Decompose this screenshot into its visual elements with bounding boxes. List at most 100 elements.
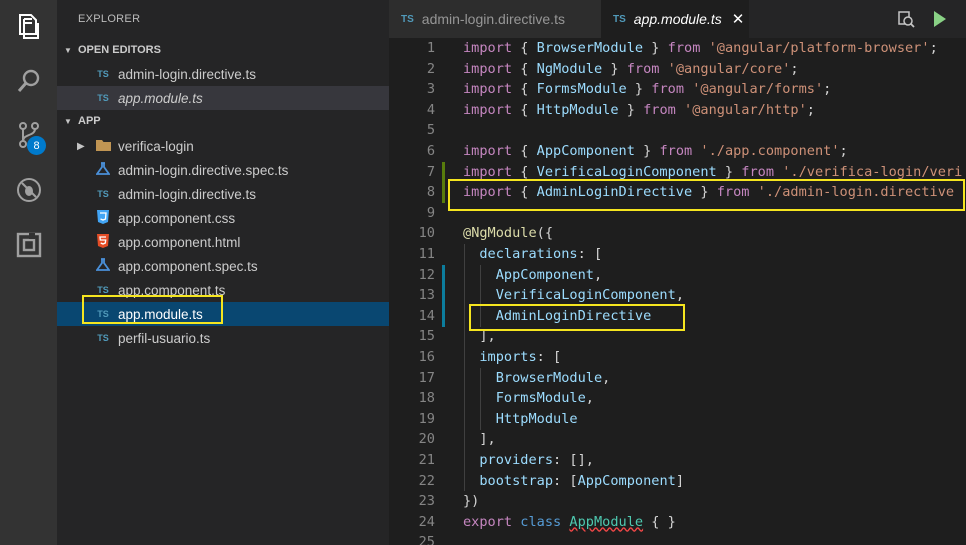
extensions-icon[interactable]	[15, 231, 43, 259]
code-token: })	[463, 493, 480, 510]
file-label: app.component.html	[118, 234, 241, 250]
code-token: import	[463, 60, 513, 77]
search-icon[interactable]	[15, 67, 43, 95]
code-token: NgModule	[536, 60, 603, 77]
file-label: admin-login.directive.spec.ts	[118, 162, 289, 178]
run-play-icon[interactable]	[932, 10, 948, 28]
code-token: {	[512, 60, 537, 77]
code-token: AppComponent,	[463, 265, 602, 286]
typescript-file-icon: TS	[97, 189, 109, 199]
open-editors-label: OPEN EDITORS	[78, 44, 161, 56]
code-token: AppComponent	[536, 143, 635, 159]
code-token: providers: [],	[463, 450, 594, 471]
test-flask-icon	[95, 258, 111, 274]
app-folder-label: APP	[78, 115, 101, 127]
tab-admin-login-directive[interactable]: TS admin-login.directive.ts	[389, 0, 601, 38]
code-token: VerificaLoginComponent,	[463, 285, 684, 306]
test-flask-icon	[95, 162, 111, 178]
folder-item[interactable]: ▶ verifica-login	[57, 134, 389, 158]
code-token: from	[651, 81, 685, 98]
file-label: perfil-usuario.ts	[118, 330, 211, 346]
file-item[interactable]: TS admin-login.directive.ts	[57, 182, 389, 206]
code-line: 17 BrowserModule,	[389, 368, 966, 389]
code-line: 11 declarations: [	[389, 244, 966, 265]
file-label: verifica-login	[118, 138, 194, 154]
file-item[interactable]: app.component.css	[57, 206, 389, 230]
line-number: 9	[426, 204, 435, 221]
code-token: '@angular/forms'	[692, 81, 824, 98]
close-icon[interactable]: ✕	[732, 10, 745, 28]
line-number: 21	[418, 452, 435, 468]
typescript-file-icon: TS	[97, 285, 109, 295]
code-token: imports: [	[463, 347, 561, 368]
code-token: @NgModule({	[463, 223, 553, 244]
highlight-box	[448, 179, 965, 211]
file-label: admin-login.directive.ts	[118, 186, 257, 202]
explorer-icon[interactable]	[15, 12, 43, 40]
file-label: admin-login.directive.ts	[118, 66, 257, 82]
open-editors-header[interactable]: ▼ OPEN EDITORS	[57, 39, 389, 61]
typescript-file-icon: TS	[613, 13, 626, 25]
line-number: 16	[418, 349, 435, 365]
code-token: import	[463, 81, 513, 98]
code-token: from	[643, 101, 676, 118]
code-token: HttpModule	[536, 101, 619, 118]
line-number: 2	[426, 60, 435, 77]
open-editor-item-active[interactable]: TS app.module.ts	[57, 86, 389, 110]
file-item[interactable]: app.component.html	[57, 230, 389, 254]
code-token: {	[512, 40, 537, 56]
code-token: {	[512, 81, 537, 98]
code-line: 24 export class AppModule { }	[389, 512, 966, 533]
line-number: 10	[418, 225, 435, 242]
line-number: 12	[418, 266, 435, 283]
file-item[interactable]: admin-login.directive.spec.ts	[57, 158, 389, 182]
line-number: 14	[418, 307, 435, 324]
chevron-down-icon: ▼	[64, 116, 72, 126]
code-line: 19 HttpModule	[389, 409, 966, 430]
typescript-file-icon: TS	[401, 13, 414, 25]
code-line: 1 import { BrowserModule } from '@angular…	[389, 38, 966, 59]
code-token: }	[618, 101, 644, 118]
code-token: }	[643, 40, 668, 56]
line-number: 25	[418, 534, 435, 545]
file-label: app.module.ts	[118, 90, 203, 106]
debug-icon[interactable]	[15, 176, 43, 204]
code-token: import	[463, 40, 513, 56]
code-token: : [],	[553, 452, 594, 468]
code-line: 13 VerificaLoginComponent,	[389, 285, 966, 306]
line-number: 19	[418, 410, 435, 427]
explorer-sidebar: EXPLORER ▼ OPEN EDITORS TS admin-login.d…	[57, 0, 389, 545]
code-line: 10 @NgModule({	[389, 223, 966, 244]
code-token: from	[667, 40, 701, 56]
line-number: 22	[418, 472, 435, 489]
file-item[interactable]: TS perfil-usuario.ts	[57, 326, 389, 350]
highlight-box	[82, 295, 223, 324]
code-line: 12 AppComponent,	[389, 265, 966, 286]
file-item[interactable]: app.component.spec.ts	[57, 254, 389, 278]
code-token: export	[463, 513, 513, 530]
code-editor[interactable]: 1 import { BrowserModule } from '@angular…	[389, 38, 966, 545]
open-changes-icon[interactable]	[896, 9, 916, 29]
app-folder-header[interactable]: ▼ APP	[57, 110, 389, 132]
code-token: HttpModule	[463, 409, 578, 430]
code-token: from	[659, 143, 693, 159]
code-token: AppModule	[569, 513, 644, 530]
code-token: class	[520, 513, 562, 530]
code-token: : [	[577, 246, 603, 262]
code-token: AppComponent	[577, 472, 676, 489]
tab-app-module[interactable]: TS app.module.ts ✕	[601, 0, 749, 38]
code-token: '@angular/core'	[667, 60, 791, 77]
code-token: ;	[929, 40, 938, 56]
code-line: 20 ],	[389, 429, 966, 450]
code-token: import	[463, 163, 513, 180]
open-editor-item[interactable]: TS admin-login.directive.ts	[57, 62, 389, 86]
code-token: FormsModule	[495, 390, 586, 407]
code-token: : [	[553, 472, 578, 489]
code-token: BrowserModule	[495, 369, 603, 386]
